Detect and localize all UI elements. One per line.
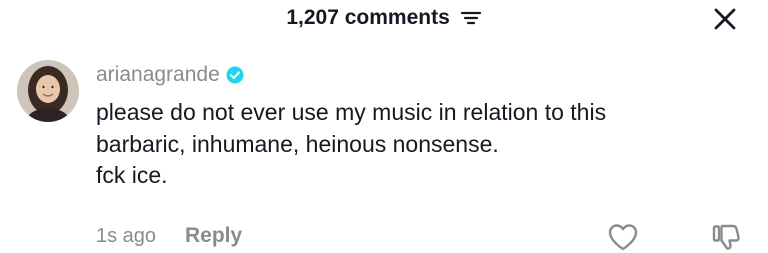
comment-timestamp: 1s ago [96,225,157,247]
comments-count-sort-toggle[interactable]: 1,207 comments [0,5,768,31]
comment-line: please do not ever use my music in relat… [96,99,607,125]
avatar-image [17,60,79,122]
comment-line: fck ice. [96,162,168,188]
username[interactable]: arianagrande [96,63,220,87]
comment-text: please do not ever use my music in relat… [96,97,746,192]
heart-icon[interactable] [607,222,639,252]
comment-line: barbaric, inhumane, heinous nonsense. [96,130,499,157]
comments-panel: 1,207 comments arianagrande please do no… [0,0,768,253]
reply-button[interactable]: Reply [185,224,242,248]
verified-badge-icon [226,66,244,84]
comments-header: 1,207 comments [0,0,768,40]
sort-icon[interactable] [460,9,482,27]
thumbs-down-icon[interactable] [710,221,742,251]
avatar[interactable] [17,60,79,122]
comment-author[interactable]: arianagrande [96,63,244,87]
close-icon[interactable] [712,6,738,32]
comments-count: 1,207 comments [286,6,450,30]
